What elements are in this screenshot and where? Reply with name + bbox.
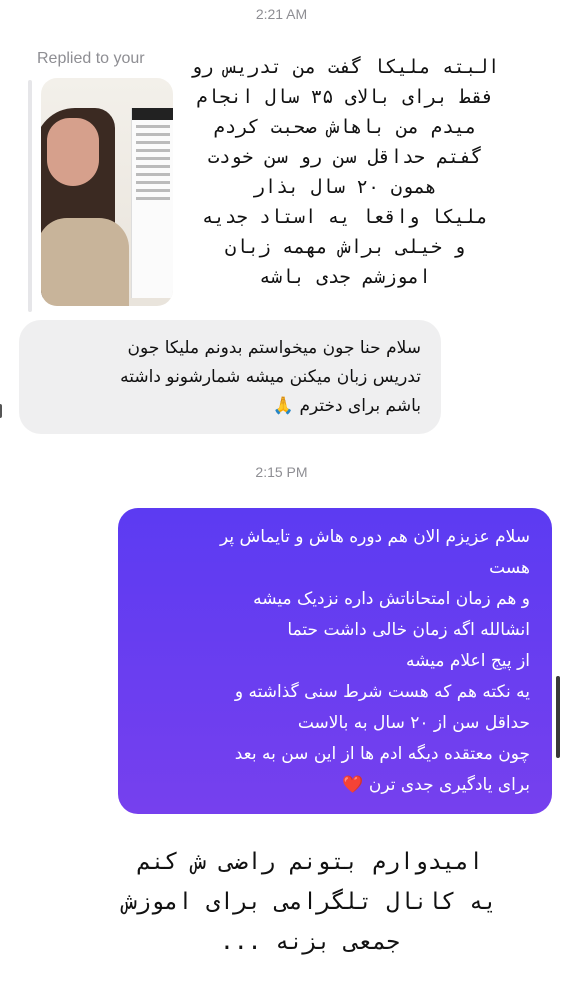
caption-line: یه کانال تلگرامی برای اموزش (123, 889, 497, 915)
overlay-caption: امیدوارم بتونم راضی ش کنم یه کانال تلگرا… (80, 842, 540, 962)
incoming-message-bubble[interactable]: سلام حنا جون میخواستم بدونم ملیکا جون تد… (19, 320, 441, 434)
story-overlay-text: البته ملیکا گفت من تدریس رو فقط برای بال… (170, 52, 520, 292)
message-line: هست (489, 558, 530, 578)
caption-line: جمعی بزنه ... (219, 929, 400, 955)
scrollbar[interactable] (556, 676, 560, 758)
caption-line: امیدوارم بتونم راضی ش کنم (136, 849, 484, 875)
quote-line: گفتم حداقل سن رو سن خودت (207, 146, 483, 168)
message-line: برای یادگیری جدی ترن ❤️ (342, 775, 530, 795)
quote-line: ملیکا واقعا یه استاد جدیه (202, 206, 488, 228)
message-line: تدریس زبان میکنن میشه شمارشونو داشته (120, 367, 421, 387)
quote-line: میدم من باهاش صحبت کردم (213, 116, 477, 138)
message-line: و هم زمان امتحاناتش داره نزدیک میشه (253, 589, 530, 609)
quote-line: فقط برای بالای ۳۵ سال انجام (196, 86, 494, 108)
quote-line: و خیلی براش مهمه زبان (224, 236, 466, 258)
reaction-edge-icon (0, 404, 2, 418)
story-thumbnail[interactable] (41, 78, 173, 306)
message-line: سلام حنا جون میخواستم بدونم ملیکا جون (127, 338, 421, 358)
message-line: باشم برای دخترم 🙏 (272, 396, 421, 416)
message-line: سلام عزیزم الان هم دوره هاش و تایماش پر (219, 527, 530, 547)
reply-indicator-bar (28, 80, 32, 312)
quote-line: البته ملیکا گفت من تدریس رو (190, 56, 500, 78)
replied-to-story-label: Replied to your (37, 50, 145, 67)
message-line: حداقل سن از ۲۰ سال به بالاست (297, 713, 530, 733)
quote-line: همون ۲۰ سال بذار (253, 176, 437, 198)
quote-line: اموزشم جدی باشه (259, 266, 431, 288)
timestamp-middle: 2:15 PM (255, 464, 308, 480)
message-line: انشالله اگه زمان خالی داشت حتما (287, 620, 530, 640)
timestamp-top: 2:21 AM (255, 6, 308, 22)
message-line: یه نکته هم که هست شرط سنی گذاشته و (234, 682, 530, 702)
message-line: از پیج اعلام میشه (405, 651, 530, 671)
message-line: چون معتقده دیگه ادم ها از این سن به بعد (234, 744, 530, 764)
outgoing-message-bubble[interactable]: سلام عزیزم الان هم دوره هاش و تایماش پر … (118, 508, 552, 814)
